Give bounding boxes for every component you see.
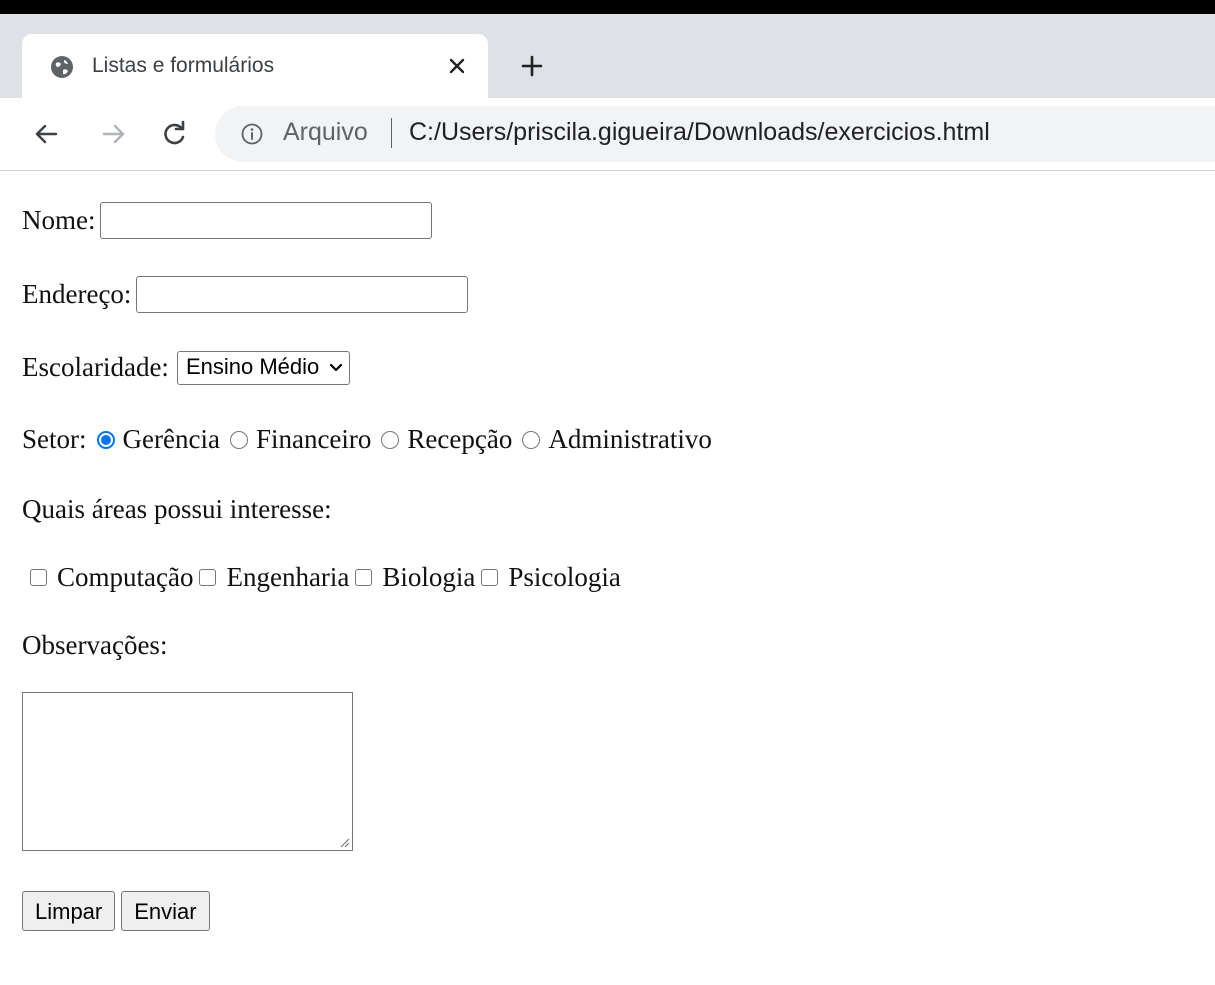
setor-radio-recepcao[interactable] [381,430,400,449]
back-icon[interactable] [32,120,60,148]
setor-option-label: Recepção [407,424,513,455]
close-icon[interactable] [447,56,467,76]
endereco-label: Endereço: [22,279,132,309]
setor-row: Setor: Gerência Financeiro Recepção Administ… [22,422,712,455]
clear-button[interactable]: Limpar [22,891,116,931]
interesse-option-label: Computação [57,562,194,593]
endereco-row: Endereço: [22,276,469,313]
checkbox-psicologia[interactable] [481,569,499,587]
tab-title: Listas e formulários [92,54,275,77]
address-bar[interactable]: Arquivo C:/Users/priscila.gigueira/Downl… [215,106,1215,162]
endereco-input[interactable] [136,276,469,313]
observacoes-row: Observações: [22,628,167,661]
nome-row: Nome: [22,202,432,239]
url-separator [391,118,392,148]
setor-label: Setor: [22,424,87,455]
globe-icon [51,56,73,78]
plus-icon[interactable] [520,54,544,78]
observacoes-textarea[interactable] [22,692,353,851]
setor-radio-gerencia[interactable] [96,430,115,449]
interesse-option-label: Psicologia [508,562,621,593]
escolaridade-label: Escolaridade: [22,352,169,383]
interesse-label: Quais áreas possui interesse: [22,494,332,525]
interesse-option-label: Engenharia [226,562,350,593]
chevron-down-icon [330,363,343,372]
url-path[interactable]: C:/Users/priscila.gigueira/Downloads/exe… [409,118,990,147]
setor-radio-administrativo[interactable] [522,430,541,449]
interesse-row: Computação Engenharia Biologia Psicologia [22,560,621,593]
window-top-border [0,0,1215,14]
tab-strip: Listas e formulários [0,14,1215,104]
browser-toolbar: Arquivo C:/Users/priscila.gigueira/Downl… [0,98,1215,171]
reload-icon[interactable] [160,120,188,148]
observacoes-label: Observações: [22,630,168,661]
interesse-heading-row: Quais áreas possui interesse: [22,492,332,525]
info-icon[interactable] [241,123,263,145]
interesse-option-label: Biologia [382,562,476,593]
setor-option-label: Financeiro [255,424,372,455]
page-content: Nome: Endereço: Escolaridade: Ensino Médi… [22,172,1202,972]
nome-label: Nome: [22,205,96,235]
checkbox-computacao[interactable] [30,569,47,587]
forward-icon[interactable] [100,120,128,148]
url-scheme: Arquivo [283,118,368,146]
nome-input[interactable] [99,202,432,239]
submit-button[interactable]: Enviar [121,891,210,931]
tab-active[interactable]: Listas e formulários [22,34,488,104]
escolaridade-selected-value: Ensino Médio [185,353,320,379]
checkbox-biologia[interactable] [355,569,373,587]
setor-radio-financeiro[interactable] [229,430,248,449]
setor-option-label: Administrativo [548,424,712,455]
escolaridade-select[interactable]: Ensino Médio [176,350,351,385]
escolaridade-row: Escolaridade: Ensino Médio [22,350,351,385]
setor-option-label: Gerência [122,424,220,455]
button-row: Limpar Enviar [22,891,216,931]
checkbox-engenharia[interactable] [199,569,217,587]
resize-grip-icon[interactable] [338,836,350,848]
